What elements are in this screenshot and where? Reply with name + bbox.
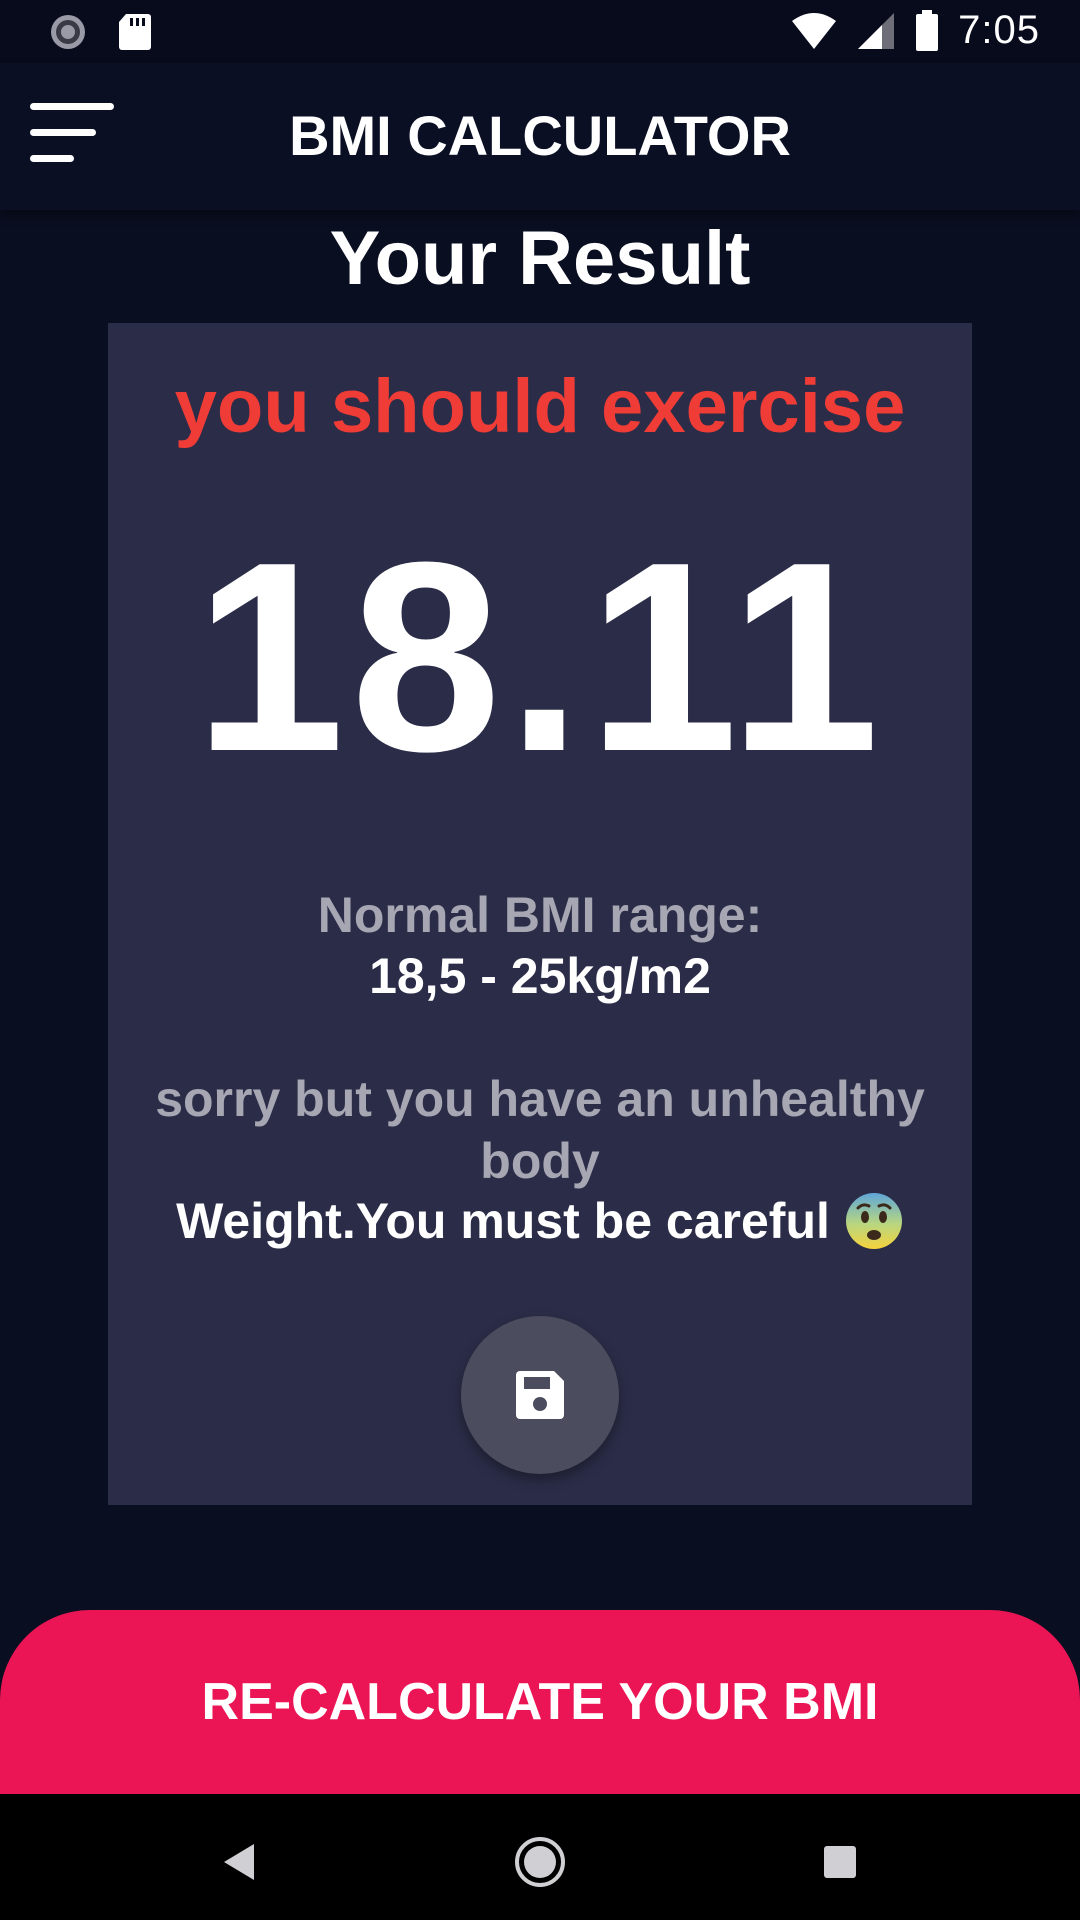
status-time: 7:05 <box>958 8 1040 52</box>
navigation-bar <box>0 1794 1080 1920</box>
recalculate-button[interactable]: RE-CALCULATE YOUR BMI <box>0 1610 1080 1794</box>
bmi-value: 18.11 <box>194 507 886 808</box>
back-button[interactable] <box>210 1832 270 1892</box>
recents-icon <box>824 1846 856 1878</box>
signal-icon <box>858 12 895 49</box>
battery-icon <box>916 9 939 51</box>
bmi-status-label: you should exercise <box>174 364 906 449</box>
recalculate-button-label: RE-CALCULATE YOUR BMI <box>201 1673 879 1731</box>
app-bar: BMI CALCULATOR <box>0 63 1080 210</box>
home-icon <box>515 1837 565 1887</box>
home-button[interactable] <box>510 1832 570 1892</box>
advice-warning-text: Weight.You must be careful <box>176 1193 830 1249</box>
recents-button[interactable] <box>810 1832 870 1892</box>
sd-card-icon <box>119 14 151 50</box>
save-button[interactable] <box>461 1316 619 1474</box>
normal-range-label: Normal BMI range: <box>317 887 763 943</box>
status-bar: 7:05 <box>0 0 1080 63</box>
wifi-icon <box>792 12 837 49</box>
advice-warning: Weight.You must be careful <box>108 1191 972 1251</box>
result-card: you should exercise 18.11 Normal BMI ran… <box>108 323 972 1505</box>
result-heading: Your Result <box>329 216 751 301</box>
back-icon <box>224 1844 254 1880</box>
save-icon <box>516 1371 564 1419</box>
normal-range-value: 18,5 - 25kg/m2 <box>369 948 711 1004</box>
app-title: BMI CALCULATOR <box>289 104 791 167</box>
loading-spinner-icon <box>51 15 85 49</box>
advice-text: sorry but you have an unhealthy body <box>155 1071 925 1189</box>
anxious-face-icon <box>845 1193 902 1249</box>
